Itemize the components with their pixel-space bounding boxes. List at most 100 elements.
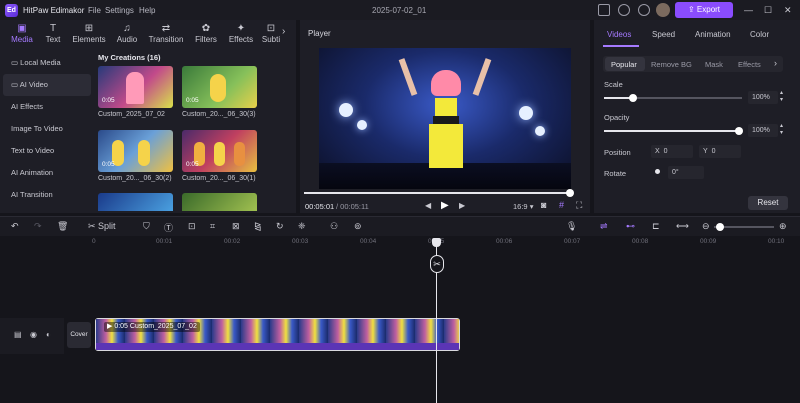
subtabs-next-icon[interactable]: ›: [774, 58, 777, 68]
tab-transition[interactable]: ⇄ Transition: [147, 20, 185, 48]
thumbnail-duration: 0:05: [102, 97, 115, 104]
sidebar-item-image-to-video[interactable]: Image To Video: [3, 118, 91, 140]
effects-tool-icon[interactable]: ❈: [298, 221, 306, 232]
scale-knob[interactable]: [629, 94, 637, 102]
link-icon[interactable]: ⊷: [626, 221, 635, 232]
tab-effects[interactable]: ✦ Effects: [224, 20, 258, 48]
creation-thumbnail[interactable]: 0:05: [182, 130, 257, 172]
subtab-effects[interactable]: Effects: [738, 60, 761, 69]
rotate-value[interactable]: 0°: [668, 166, 704, 179]
video-preview[interactable]: [319, 48, 571, 189]
tab-animation[interactable]: Animation: [695, 30, 731, 39]
export-label: Export: [696, 5, 721, 14]
speed-icon[interactable]: ⊚: [354, 221, 362, 232]
audio-icon: ♫: [123, 23, 131, 34]
tab-speed[interactable]: Speed: [652, 30, 675, 39]
gift-icon[interactable]: [598, 4, 610, 16]
dancer-hair: [431, 70, 461, 96]
scale-value[interactable]: 100%: [748, 91, 778, 104]
sidebar-item-ai-transition[interactable]: AI Transition: [3, 184, 91, 206]
subtab-mask[interactable]: Mask: [705, 60, 723, 69]
zoom-knob[interactable]: [716, 223, 724, 231]
opacity-value[interactable]: 100%: [748, 124, 778, 137]
play-icon[interactable]: ▶: [441, 200, 449, 211]
crop-icon[interactable]: ⌗: [210, 221, 215, 232]
snapshot-icon[interactable]: ◙: [541, 200, 546, 210]
sidebar-item-local-media[interactable]: ▭ Local Media: [3, 52, 91, 74]
sidebar-item-text-to-video[interactable]: Text to Video: [3, 140, 91, 162]
close-icon[interactable]: ✕: [784, 5, 792, 16]
microphone-icon[interactable]: 🎙: [566, 221, 577, 232]
creation-thumbnail[interactable]: [98, 193, 173, 211]
opacity-slider[interactable]: [604, 130, 742, 132]
freeze-icon[interactable]: ⊡: [188, 221, 196, 232]
subtab-popular[interactable]: Popular: [611, 60, 637, 69]
minimize-icon[interactable]: —: [744, 5, 753, 15]
avatar[interactable]: [656, 3, 670, 17]
playhead-handle[interactable]: [432, 238, 441, 247]
track-icon[interactable]: ▤: [14, 330, 22, 339]
menu-help[interactable]: Help: [139, 6, 155, 15]
ai-tool-icon[interactable]: ⚇: [330, 221, 338, 232]
next-frame-icon[interactable]: ▶: [459, 201, 465, 210]
stage-light: [519, 106, 533, 120]
text-tool-icon[interactable]: Ⓣ: [164, 221, 173, 234]
tab-transition-label: Transition: [148, 35, 184, 44]
opacity-stepper-icon[interactable]: ▴ ▾: [780, 123, 783, 137]
delete-icon[interactable]: 🗑: [57, 221, 68, 232]
cover-button[interactable]: Cover: [67, 322, 91, 348]
creation-label: Custom_2025_07_02: [98, 111, 165, 118]
mirror-icon[interactable]: ⧎: [254, 221, 262, 232]
position-x-field[interactable]: X 0: [651, 145, 693, 158]
tab-color[interactable]: Color: [750, 30, 769, 39]
help-icon[interactable]: [618, 4, 630, 16]
creation-thumbnail[interactable]: [182, 193, 257, 211]
tab-filters[interactable]: ✿ Filters: [189, 20, 223, 48]
dancer-belt: [433, 116, 459, 124]
tab-text[interactable]: T Text: [36, 20, 70, 48]
transform-icon[interactable]: ⊠: [232, 221, 240, 232]
fit-icon[interactable]: ⟷: [676, 221, 689, 232]
menu-file[interactable]: File: [88, 6, 101, 15]
redo-icon[interactable]: ↷: [34, 221, 42, 232]
split-at-playhead-icon[interactable]: ✂: [430, 255, 444, 273]
tab-videos[interactable]: Videos: [607, 30, 631, 39]
tab-subtitles[interactable]: ⊡ Subti: [260, 20, 282, 48]
settings-icon[interactable]: [638, 4, 650, 16]
zoom-out-icon[interactable]: ⊖: [702, 221, 710, 232]
position-y-field[interactable]: Y 0: [699, 145, 741, 158]
scale-stepper-icon[interactable]: ▴ ▾: [780, 90, 783, 104]
rotate-icon[interactable]: ↻: [276, 221, 284, 232]
tabs-next-icon[interactable]: ›: [282, 26, 294, 40]
tab-media[interactable]: ▣ Media: [5, 20, 39, 48]
menu-settings[interactable]: Settings: [105, 6, 134, 15]
progress-knob[interactable]: [566, 189, 574, 197]
creation-thumbnail[interactable]: 0:05: [98, 130, 173, 172]
mark-icon[interactable]: ⛉: [143, 221, 150, 232]
export-button[interactable]: ⇪ Export: [675, 2, 733, 18]
visibility-icon[interactable]: ◉: [30, 330, 37, 339]
creation-thumbnail[interactable]: 0:05: [182, 66, 257, 108]
playback-progress[interactable]: [304, 192, 570, 194]
creation-thumbnail[interactable]: 0:05: [98, 66, 173, 108]
pip-icon[interactable]: ⊏: [652, 221, 660, 232]
subtab-remove-bg[interactable]: Remove BG: [651, 60, 692, 69]
magnet-icon[interactable]: ⇌: [600, 221, 608, 232]
audio-mute-icon[interactable]: ◐: [46, 330, 51, 339]
fullscreen-icon[interactable]: ⛶: [576, 200, 582, 211]
sidebar-item-ai-animation[interactable]: AI Animation: [3, 162, 91, 184]
reset-button[interactable]: Reset: [748, 196, 788, 210]
prev-frame-icon[interactable]: ◀: [425, 201, 431, 210]
zoom-in-icon[interactable]: ⊕: [779, 221, 787, 232]
undo-icon[interactable]: ↶: [11, 221, 19, 232]
opacity-knob[interactable]: [735, 127, 743, 135]
grid-icon[interactable]: #: [559, 200, 564, 210]
tab-audio[interactable]: ♫ Audio: [110, 20, 144, 48]
tab-elements[interactable]: ⊞ Elements: [70, 20, 108, 48]
sidebar-item-ai-video[interactable]: ▭ AI Video: [3, 74, 91, 96]
aspect-ratio-select[interactable]: 16:9 ▾: [513, 202, 533, 211]
maximize-icon[interactable]: ☐: [764, 5, 772, 16]
rotate-dial-icon[interactable]: [655, 169, 660, 174]
split-button[interactable]: ✂ Split: [88, 221, 116, 232]
sidebar-item-ai-effects[interactable]: AI Effects: [3, 96, 91, 118]
